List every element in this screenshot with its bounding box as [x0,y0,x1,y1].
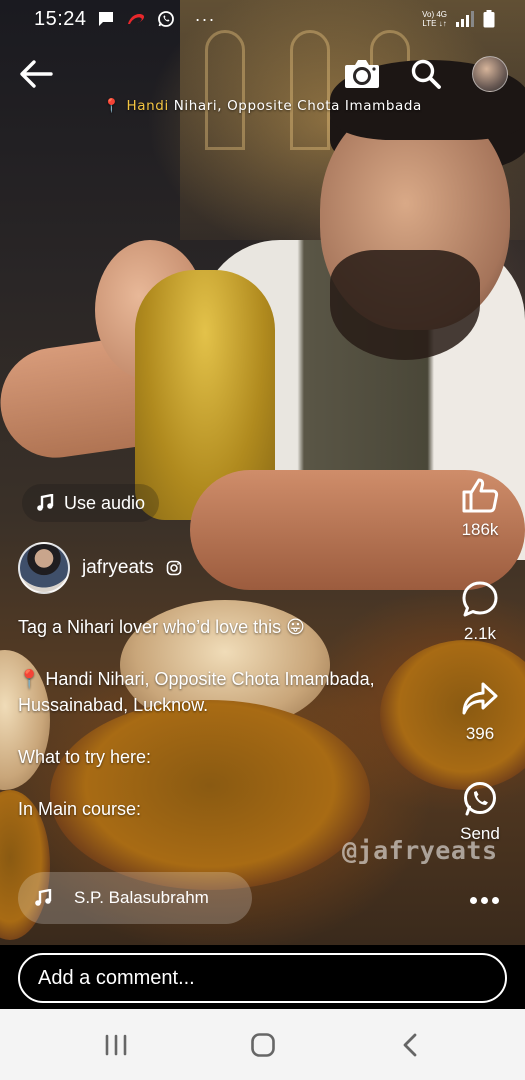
share-count: 396 [465,724,495,743]
reel-caption[interactable]: Tag a Nihari lover who’d love this 😛 📍 H… [18,614,438,848]
more-dot [480,896,488,904]
message-icon [97,11,115,27]
more-options-button[interactable] [464,886,504,914]
recent-apps-button[interactable] [94,1027,138,1063]
author-avatar[interactable] [18,542,70,594]
instagram-icon [166,560,182,576]
video-location-sticker: 📍 Handi Nihari, Opposite Chota Imambada [0,98,525,114]
use-audio-button[interactable]: Use audio [22,484,160,522]
whatsapp-icon [157,10,175,28]
music-note-icon [35,889,52,906]
caption-line: 📍 Handi Nihari, Opposite Chota Imambada,… [18,669,375,715]
camera-icon [345,60,379,88]
like-button[interactable]: 186k [435,476,525,540]
share-button[interactable]: 396 [435,680,525,744]
status-time: 15:24 [34,7,87,30]
comment-count: 2.1k [463,624,497,643]
back-button[interactable] [14,52,58,96]
comment-button[interactable]: 2.1k [435,580,525,644]
system-nav-bar [0,1009,525,1080]
location-text: Nihari, Opposite Chota Imambada [168,98,422,114]
airtel-icon [125,11,147,27]
video-watermark: @jafryeats [342,836,498,865]
whatsapp-icon [464,782,496,816]
signal-icon [455,11,475,27]
search-icon [411,59,441,89]
recent-apps-icon [105,1034,127,1056]
comment-placeholder: Add a comment... [38,966,195,989]
home-button[interactable] [241,1027,285,1063]
share-arrow-icon [462,682,498,715]
author-row[interactable]: jafryeats [18,542,182,594]
author-username[interactable]: jafryeats [82,557,154,579]
music-track-pill[interactable]: S.P. Balasubrahm [18,872,252,924]
search-button[interactable] [404,52,448,96]
person-beard [330,250,480,360]
music-track-name: S.P. Balasubrahm [74,888,209,907]
thumbs-up-icon [462,478,499,513]
caption-line: Tag a Nihari lover who’d love this 😛 [18,617,305,637]
chevron-left-icon [403,1033,417,1057]
network-type: Vo) 4G LTE ↓↑ [422,10,447,28]
caption-line: What to try here: [18,747,152,767]
music-note-icon [37,494,54,511]
use-audio-label: Use audio [64,492,146,513]
more-dot [469,896,477,904]
camera-button[interactable] [340,52,384,96]
caption-line: In Main course: [18,799,142,819]
more-dot [491,896,499,904]
send-whatsapp-button[interactable]: Send [435,780,525,844]
profile-avatar[interactable] [472,56,508,92]
top-bar [0,48,525,100]
system-back-button[interactable] [388,1027,432,1063]
pin-icon: 📍 [103,98,121,114]
more-dots-icon: ··· [194,8,216,29]
like-count: 186k [461,520,499,539]
arrow-left-icon [20,60,53,88]
home-icon [251,1033,275,1057]
location-highlight: Handi [126,98,169,114]
comment-input[interactable]: Add a comment... [18,953,507,1003]
status-bar: 15:24 ··· Vo) 4G LTE ↓↑ [0,0,525,38]
comment-bar: Add a comment... [0,945,525,1009]
battery-icon [483,10,495,28]
comment-bubble-icon [462,581,498,617]
